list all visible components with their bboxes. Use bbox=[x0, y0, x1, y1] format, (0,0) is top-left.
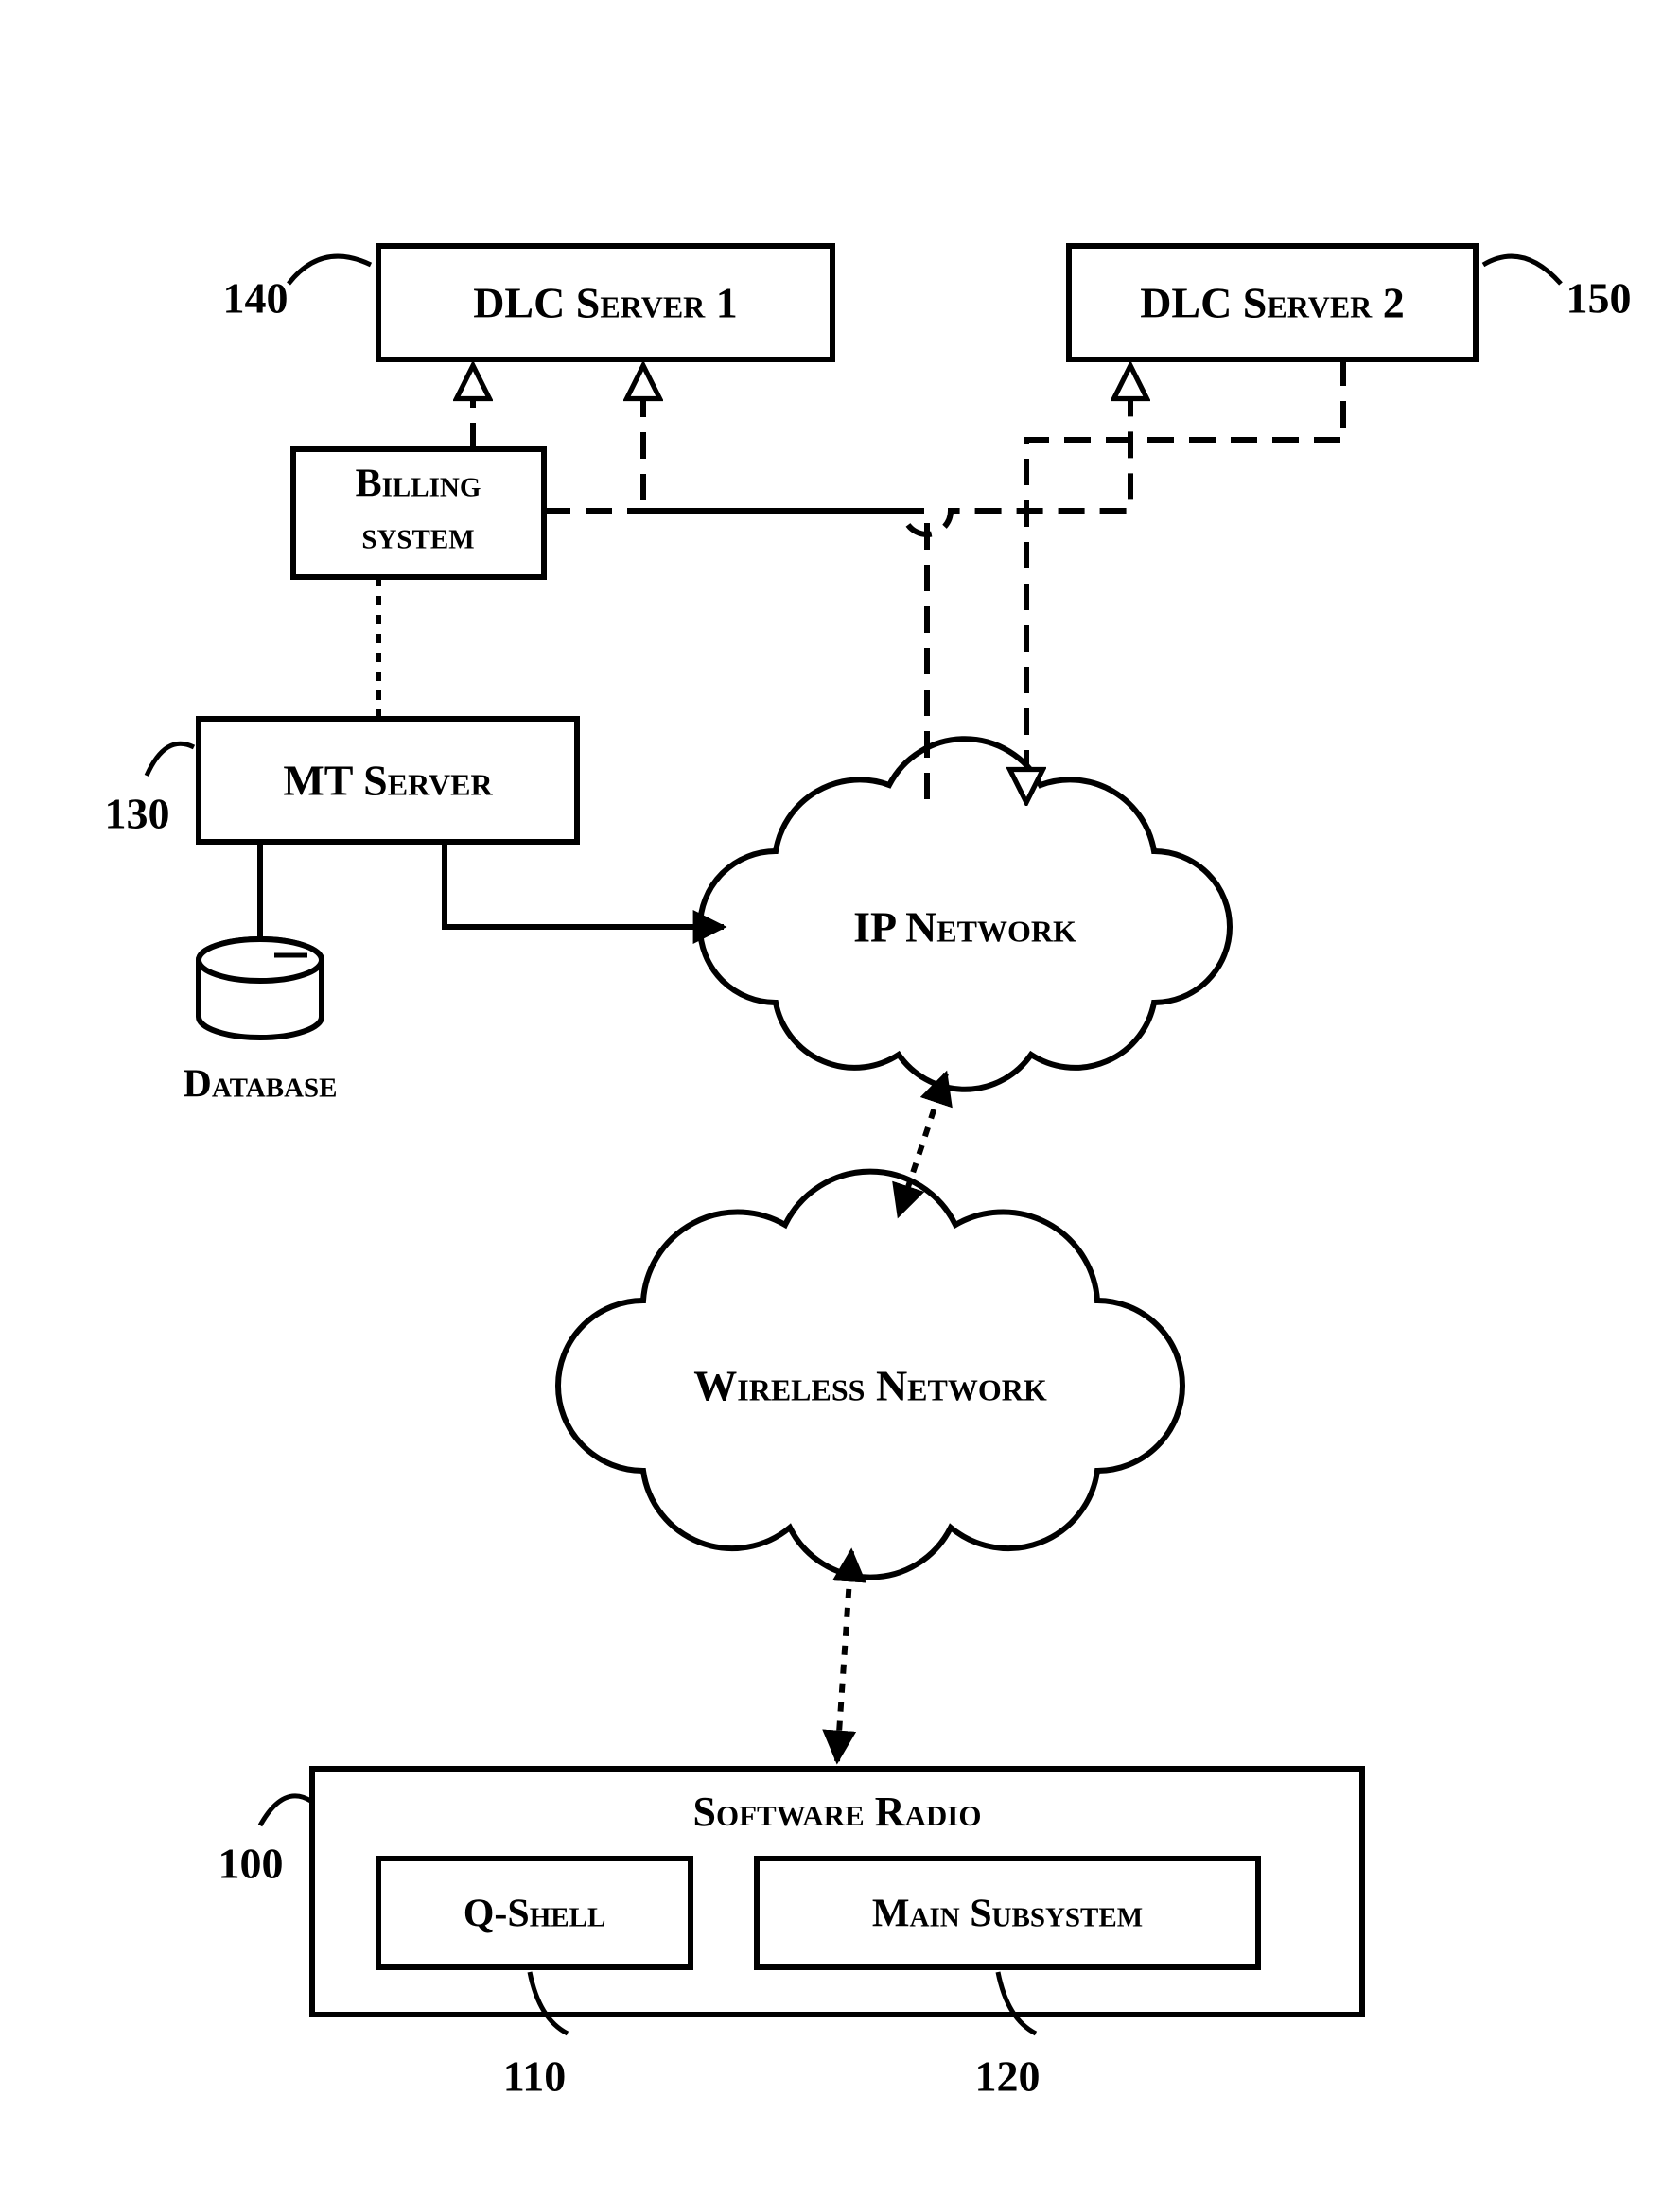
dlc-server-1-label: DLC Server 1 bbox=[473, 279, 738, 327]
ref-100: 100 bbox=[219, 1840, 284, 1888]
diagram-canvas: DLC Server 1 DLC Server 2 Billing system… bbox=[0, 0, 1680, 2200]
tick-100 bbox=[260, 1796, 312, 1825]
ip-network-cloud: IP Network bbox=[700, 739, 1230, 1090]
dlc-server-2-label: DLC Server 2 bbox=[1140, 279, 1405, 327]
billing-label-1: Billing bbox=[356, 463, 481, 506]
database-label: Database bbox=[183, 1063, 337, 1107]
database-icon bbox=[199, 939, 322, 1038]
ref-140: 140 bbox=[223, 274, 289, 323]
wireless-network-label: Wireless Network bbox=[693, 1362, 1047, 1410]
q-shell-label: Q-Shell bbox=[464, 1893, 606, 1936]
wireless-network-cloud: Wireless Network bbox=[558, 1172, 1182, 1578]
tick-130 bbox=[147, 743, 194, 776]
tick-150 bbox=[1483, 256, 1561, 284]
conn-dlc2-ip bbox=[1026, 359, 1343, 799]
conn-wireless-sw bbox=[837, 1551, 851, 1761]
ip-network-label: IP Network bbox=[853, 903, 1076, 952]
ref-150: 150 bbox=[1566, 274, 1632, 323]
billing-label-2: system bbox=[361, 515, 474, 558]
mt-server-label: MT Server bbox=[283, 757, 493, 805]
software-radio-label: Software Radio bbox=[693, 1789, 982, 1835]
ref-110: 110 bbox=[503, 2052, 566, 2101]
tick-140 bbox=[289, 256, 371, 284]
main-subsystem-label: Main Subsystem bbox=[872, 1893, 1143, 1936]
conn-mt-ip bbox=[445, 842, 724, 927]
conn-ip-dlc1 bbox=[643, 369, 927, 799]
ref-120: 120 bbox=[975, 2052, 1041, 2101]
ref-130: 130 bbox=[105, 790, 170, 838]
